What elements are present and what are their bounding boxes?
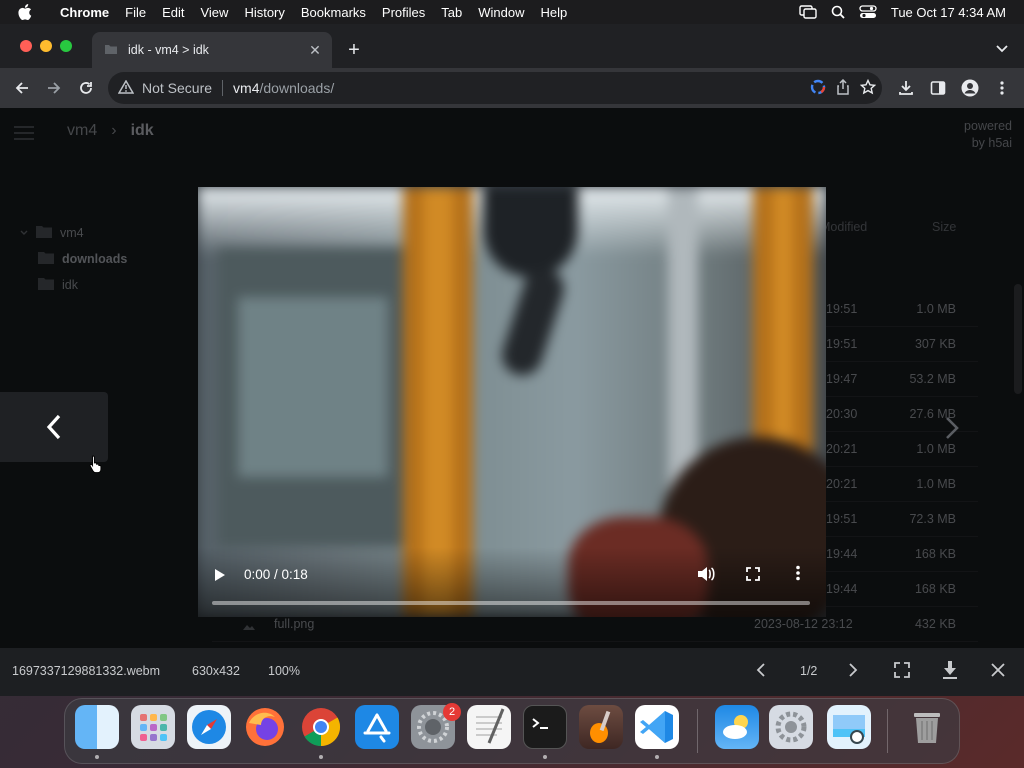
dock-garageband-icon[interactable] [579,705,623,749]
new-tab-button[interactable]: + [342,38,366,62]
menu-profiles[interactable]: Profiles [374,5,433,20]
menu-history[interactable]: History [236,5,292,20]
side-panel-icon[interactable] [924,74,952,102]
forward-arrow-icon[interactable] [40,74,68,102]
menu-window[interactable]: Window [470,5,532,20]
dock-safari-icon[interactable] [187,705,231,749]
browser-toolbar: Not Secure vm4/downloads/ [0,68,1024,108]
downloads-icon[interactable] [892,74,920,102]
info-next-chevron-icon[interactable] [848,662,858,681]
dock-separator [697,709,698,753]
dock-separator [887,709,888,753]
menu-help[interactable]: Help [533,5,576,20]
not-secure-warning-icon[interactable] [117,79,135,97]
dock-launchpad-icon[interactable] [131,705,175,749]
dock-system-settings-icon[interactable]: 2 [411,703,461,749]
url-path: /downloads/ [259,80,335,96]
lightbox-counter: 1/2 [800,664,818,678]
play-icon[interactable] [212,567,226,588]
zoom-window-button[interactable] [60,40,72,52]
desktop: Chrome File Edit View History Bookmarks … [0,0,1024,768]
menu-app-name[interactable]: Chrome [52,5,117,20]
not-secure-label[interactable]: Not Secure [142,80,212,96]
dock-terminal-icon[interactable] [523,705,567,749]
running-indicator [95,755,99,759]
menu-view[interactable]: View [192,5,236,20]
share-icon[interactable] [836,78,850,98]
spotlight-search-icon[interactable] [831,5,845,19]
video-player[interactable]: 0:00 / 0:18 [198,187,826,617]
url-host: vm4 [233,80,260,96]
dock-firefox-icon[interactable] [243,705,287,749]
chrome-window: idk - vm4 > idk ✕ + Not Secure vm4/downl… [0,24,1024,688]
hand-pointer-cursor-icon [89,455,103,478]
info-close-icon[interactable] [990,662,1006,681]
dock-trash-icon[interactable] [905,705,949,749]
tab-strip: idk - vm4 > idk ✕ + [0,24,1024,68]
dock-weather-icon[interactable] [715,705,759,749]
volume-icon[interactable] [696,565,716,588]
lightbox-next-button[interactable] [940,408,964,448]
dock-utility-icon[interactable] [769,705,813,749]
folder-favicon-icon [104,43,118,58]
apple-menu-icon[interactable] [18,4,34,20]
chrome-menu-icon[interactable] [988,74,1016,102]
macos-dock: 2 [64,698,960,764]
back-arrow-icon[interactable] [8,74,36,102]
video-time: 0:00 / 0:18 [244,567,308,582]
lightbox-prev-button[interactable] [0,392,108,462]
menu-tab[interactable]: Tab [433,5,470,20]
video-controls: 0:00 / 0:18 [198,547,826,617]
dock-finder-icon[interactable] [75,705,119,749]
dock-vscode-icon[interactable] [635,705,679,749]
lightbox-dimensions: 630x432 [192,664,240,678]
video-progress-track[interactable] [212,601,810,605]
running-indicator [543,755,547,759]
tab-search-chevron-icon[interactable] [994,40,1010,56]
lightbox-info-bar: 1697337129881332.webm 630x432 100% 1/2 [0,648,1024,696]
video-more-options-icon[interactable] [796,565,800,586]
menu-file[interactable]: File [117,5,154,20]
macos-menu-bar: Chrome File Edit View History Bookmarks … [0,0,1024,24]
menu-bookmarks[interactable]: Bookmarks [293,5,374,20]
dock-preview-icon[interactable] [827,705,871,749]
info-download-icon[interactable] [942,660,958,683]
dock-app-store-icon[interactable] [355,705,399,749]
fullscreen-icon[interactable] [746,567,760,586]
chevron-right-icon [946,417,959,439]
info-fullscreen-icon[interactable] [894,662,910,681]
chevron-left-icon [46,414,61,440]
screen-mirroring-icon[interactable] [799,5,817,19]
running-indicator [319,755,323,759]
menu-edit[interactable]: Edit [154,5,192,20]
tab-title: idk - vm4 > idk [128,43,209,57]
h5ai-page: vm4 › idk powered by h5ai vm4 downloads [0,108,1024,688]
bookmark-star-icon[interactable] [859,78,877,98]
reload-icon[interactable] [72,74,100,102]
lightbox-zoom: 100% [268,664,300,678]
close-window-button[interactable] [20,40,32,52]
info-prev-chevron-icon[interactable] [756,662,766,681]
dock-chrome-icon[interactable] [299,705,343,749]
menu-clock[interactable]: Tue Oct 17 4:34 AM [891,5,1006,20]
profile-avatar-icon[interactable] [956,74,984,102]
browser-tab[interactable]: idk - vm4 > idk ✕ [92,32,332,68]
google-lens-icon[interactable] [810,79,826,98]
tab-close-icon[interactable]: ✕ [306,41,324,59]
running-indicator [655,755,659,759]
minimize-window-button[interactable] [40,40,52,52]
dock-textedit-icon[interactable] [467,705,511,749]
address-separator [222,80,224,96]
address-bar[interactable]: Not Secure vm4/downloads/ [108,72,882,104]
lightbox-filename: 1697337129881332.webm [12,664,161,678]
settings-notification-badge: 2 [443,703,461,721]
control-center-icon[interactable] [859,5,877,19]
